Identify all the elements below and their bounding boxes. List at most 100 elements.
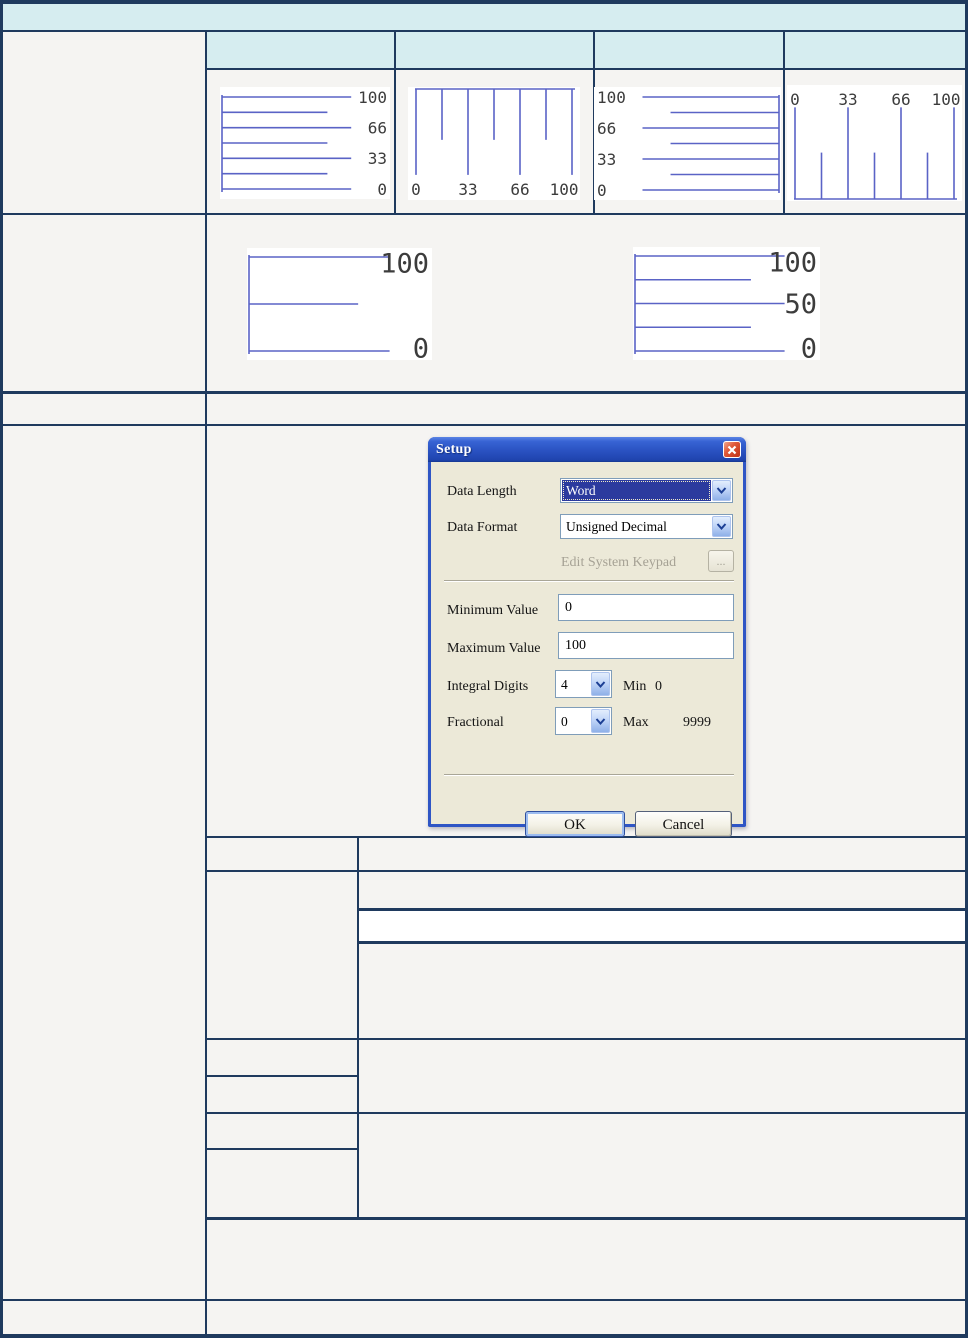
svg-text:0: 0 xyxy=(377,180,387,199)
fractional-select[interactable]: 0 xyxy=(555,707,612,735)
data-length-select[interactable]: Word xyxy=(560,478,733,503)
close-button[interactable] xyxy=(723,441,741,458)
chevron-down-icon xyxy=(595,717,606,725)
svg-text:33: 33 xyxy=(458,180,477,199)
integral-min-label: Min xyxy=(623,679,647,694)
data-format-select[interactable]: Unsigned Decimal xyxy=(560,514,733,539)
chevron-down-icon xyxy=(716,523,727,530)
svg-text:0: 0 xyxy=(411,180,421,199)
subtable-row4-left-cell-b xyxy=(207,1150,357,1217)
subtable-row1-left-cell xyxy=(207,838,357,870)
ok-button[interactable]: OK xyxy=(525,811,625,837)
subtable-row4-left-cell-a xyxy=(207,1114,357,1148)
cancel-button[interactable]: Cancel xyxy=(635,811,732,837)
scale-image-horizontal-labels-bottom: 0 33 66 100 xyxy=(408,87,580,200)
dialog-titlebar[interactable]: Setup xyxy=(428,437,746,462)
subtable-highlight-cell xyxy=(359,911,965,941)
integral-min-value: 0 xyxy=(655,679,662,694)
dropdown-button[interactable] xyxy=(712,480,731,501)
svg-text:0: 0 xyxy=(790,90,800,109)
dialog-body: Data Length Word Data Format Unsigned De… xyxy=(431,462,743,837)
svg-text:66: 66 xyxy=(597,119,616,138)
manual-page: 100 66 33 0 0 33 66 100 100 66 33 0 0 33 66 100 100 0… xyxy=(0,0,968,1338)
svg-text:66: 66 xyxy=(368,118,387,137)
divider xyxy=(783,32,785,213)
svg-text:100: 100 xyxy=(358,88,387,107)
data-length-value: Word xyxy=(562,480,711,501)
chevron-down-icon xyxy=(716,487,727,494)
bottom-row-right-cell xyxy=(207,1301,965,1334)
subtable-row3-right-cell xyxy=(359,1040,965,1112)
divider xyxy=(0,1334,968,1338)
svg-text:0: 0 xyxy=(801,334,817,360)
svg-text:33: 33 xyxy=(597,150,616,169)
table-title-band xyxy=(3,4,965,30)
divider xyxy=(3,30,965,32)
data-format-value: Unsigned Decimal xyxy=(566,519,667,534)
svg-text:50: 50 xyxy=(784,289,817,320)
fractional-max-label: Max xyxy=(623,715,649,730)
edit-system-keypad-label: Edit System Keypad xyxy=(561,555,677,570)
subtable-row2-right-cell-a xyxy=(359,872,965,908)
svg-text:66: 66 xyxy=(510,180,529,199)
left-column-cell-2 xyxy=(3,215,205,391)
dropdown-button[interactable] xyxy=(591,709,610,733)
left-column-cell-1 xyxy=(3,33,205,213)
chevron-down-icon xyxy=(595,680,606,688)
minimum-value-label: Minimum Value xyxy=(447,603,539,618)
divider xyxy=(205,68,965,70)
column-header-3 xyxy=(595,32,783,68)
separator xyxy=(444,580,734,582)
column-header-2 xyxy=(396,32,593,68)
svg-text:100: 100 xyxy=(380,249,429,280)
svg-text:66: 66 xyxy=(891,90,910,109)
subtable-row4-right-cell xyxy=(359,1114,965,1217)
svg-text:100: 100 xyxy=(597,88,626,107)
scale-image-horizontal-labels-top: 0 33 66 100 xyxy=(787,85,962,201)
edit-keypad-browse-button[interactable]: ... xyxy=(708,550,734,572)
scale-image-vertical-labels-right: 100 66 33 0 xyxy=(220,87,390,199)
divider xyxy=(0,0,968,4)
subtable-row1-right-cell xyxy=(359,838,965,870)
fractional-label: Fractional xyxy=(447,715,504,730)
column-header-1 xyxy=(207,32,394,68)
integral-digits-value: 4 xyxy=(561,677,568,692)
left-column-cell-5 xyxy=(3,1301,205,1334)
data-format-label: Data Format xyxy=(447,520,518,535)
maximum-value-input[interactable] xyxy=(558,632,734,659)
scale-image-large-4-divisions: 100 50 0 xyxy=(633,247,820,365)
integral-digits-select[interactable]: 4 xyxy=(555,670,612,698)
dropdown-button[interactable] xyxy=(712,516,731,537)
left-column-cell-4 xyxy=(3,426,205,1299)
dropdown-button[interactable] xyxy=(591,672,610,696)
separator xyxy=(444,774,734,776)
scale-image-large-2-divisions: 100 0 xyxy=(247,248,432,365)
subtable-row3-left-cell-a xyxy=(207,1040,357,1075)
integral-digits-label: Integral Digits xyxy=(447,679,529,694)
svg-text:0: 0 xyxy=(597,181,607,200)
divider xyxy=(357,908,965,911)
setup-dialog: Setup Data Length Word Data Format Unsig… xyxy=(428,437,746,837)
svg-text:0: 0 xyxy=(413,334,429,360)
data-length-label: Data Length xyxy=(447,484,517,499)
empty-row-cell xyxy=(207,394,965,424)
svg-text:100: 100 xyxy=(550,180,579,199)
maximum-value-label: Maximum Value xyxy=(447,641,541,656)
scale-image-vertical-labels-left: 100 66 33 0 xyxy=(594,87,781,200)
dialog-title: Setup xyxy=(436,441,472,457)
close-icon xyxy=(727,445,737,454)
divider xyxy=(394,32,396,213)
fractional-value: 0 xyxy=(561,714,568,729)
svg-text:100: 100 xyxy=(932,90,961,109)
subtable-row2-left-cell xyxy=(207,872,357,1038)
left-column-cell-3 xyxy=(3,394,205,424)
subtable-footer-cell xyxy=(207,1220,965,1299)
svg-text:33: 33 xyxy=(838,90,857,109)
subtable-row2-right-cell-b xyxy=(359,944,965,1038)
minimum-value-input[interactable] xyxy=(558,594,734,621)
svg-text:33: 33 xyxy=(368,149,387,168)
fractional-max-value: 9999 xyxy=(683,715,711,730)
column-header-4 xyxy=(785,32,965,68)
subtable-row3-left-cell-b xyxy=(207,1077,357,1112)
svg-text:100: 100 xyxy=(768,248,817,279)
